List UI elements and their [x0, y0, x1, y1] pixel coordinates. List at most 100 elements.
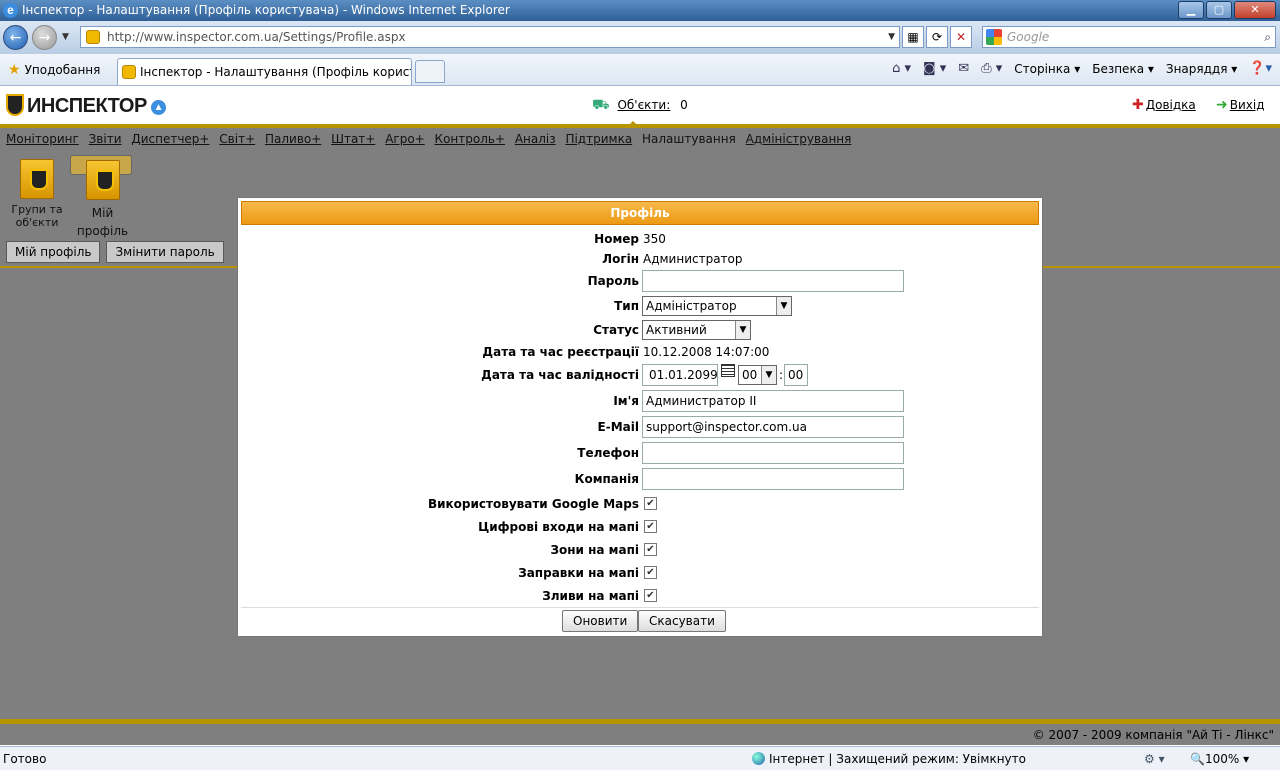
menu-administration[interactable]: Адміністрування — [746, 132, 852, 146]
phone-field[interactable] — [642, 442, 904, 464]
menu-dispatcher[interactable]: Диспетчер+ — [131, 132, 209, 146]
menu-staff[interactable]: Штат+ — [331, 132, 375, 146]
my-profile-button[interactable]: Мій профіль — [70, 155, 132, 238]
menu-control[interactable]: Контроль+ — [435, 132, 505, 146]
menu-analysis[interactable]: Аналіз — [515, 132, 556, 146]
page-menu[interactable]: Сторінка ▾ — [1014, 62, 1080, 76]
help-area: ✚ Довідка — [1132, 97, 1196, 113]
new-tab-button[interactable] — [415, 60, 445, 83]
zoom-control[interactable]: 🔍100% ▾ — [1190, 747, 1249, 770]
login-value: Администратор — [643, 252, 743, 266]
search-icon[interactable]: ⌕ — [1264, 27, 1271, 47]
status-select[interactable]: Активний ▼ — [642, 320, 751, 340]
stop-icon[interactable]: ✕ — [950, 26, 972, 48]
dialog-title: Профіль — [241, 201, 1039, 225]
calendar-icon[interactable] — [721, 364, 735, 377]
chevron-down-icon[interactable]: ▼ — [776, 297, 791, 315]
menu-settings[interactable]: Налаштування — [642, 132, 736, 146]
menu-support[interactable]: Підтримка — [565, 132, 632, 146]
number-value: 350 — [643, 232, 666, 246]
update-button[interactable]: Оновити — [562, 610, 639, 632]
registration-row: Дата та час реєстрації 10.12.2008 14:07:… — [238, 343, 1044, 363]
safety-menu[interactable]: Безпека ▾ — [1092, 62, 1154, 76]
validity-hour-select[interactable]: 00 ▼ — [738, 365, 777, 385]
menu-monitoring[interactable]: Моніторинг — [6, 132, 79, 146]
google-maps-checkbox[interactable]: ✔ — [644, 497, 657, 510]
validity-hour-value: 00 — [742, 368, 758, 382]
exit-link[interactable]: Вихід — [1230, 98, 1265, 112]
groups-objects-button[interactable]: Групи та об'єкти — [6, 155, 68, 233]
login-label: Логін — [602, 252, 639, 266]
checkbox-row: Зони на мапі ✔ — [238, 541, 1044, 561]
address-field[interactable]: http://www.inspector.com.ua/Settings/Pro… — [80, 26, 900, 48]
search-input[interactable]: Google ⌕ — [982, 26, 1276, 48]
tab-change-password[interactable]: Змінити пароль — [106, 241, 224, 263]
shield-icon — [6, 94, 24, 116]
company-field[interactable] — [642, 468, 904, 490]
globe-icon — [752, 752, 765, 765]
validity-minute-field[interactable]: 00 — [784, 364, 808, 386]
drains-checkbox[interactable]: ✔ — [644, 589, 657, 602]
password-label: Пароль — [587, 274, 639, 288]
email-row: E-Mail support@inspector.com.ua — [238, 416, 1044, 438]
history-dropdown-icon[interactable]: ▼ — [62, 32, 69, 42]
chevron-down-icon[interactable]: ▼ — [735, 321, 750, 339]
objects-link[interactable]: Об'єкти: — [617, 98, 670, 112]
minimize-button[interactable]: ▁ — [1178, 1, 1204, 19]
footer-divider — [0, 719, 1280, 724]
cancel-button[interactable]: Скасувати — [638, 610, 726, 632]
protected-mode-icon[interactable]: ⚙ ▾ — [1144, 747, 1165, 770]
chevron-down-icon[interactable]: ▼ — [761, 366, 776, 384]
feeds-icon[interactable]: ◙ ▾ — [923, 61, 946, 76]
forward-button[interactable]: → — [32, 25, 57, 50]
email-field[interactable]: support@inspector.com.ua — [642, 416, 904, 438]
maximize-button[interactable]: ▢ — [1206, 1, 1232, 19]
tools-menu[interactable]: Знаряддя ▾ — [1166, 62, 1237, 76]
folder-shield-icon — [85, 160, 120, 200]
home-icon[interactable]: ⌂ ▾ — [892, 61, 911, 76]
refresh-icon[interactable]: ⟳ — [926, 26, 948, 48]
validity-date-field[interactable]: 01.01.2099 — [642, 364, 718, 386]
favorites-bar: ★ Уподобання Інспектор - Налаштування (Пр… — [0, 54, 1280, 86]
validity-row: Дата та час валідності 01.01.2099 00 ▼ :… — [238, 364, 1044, 386]
address-toolbar: ← → ▼ http://www.inspector.com.ua/Settin… — [0, 21, 1280, 54]
menu-reports[interactable]: Звіти — [89, 132, 122, 146]
print-icon[interactable]: ⎙ ▾ — [981, 61, 1002, 76]
favorites-button[interactable]: ★ Уподобання — [8, 62, 100, 78]
drains-label: Зливи на мапі — [542, 589, 639, 603]
window-titlebar: e Інспектор - Налаштування (Профіль кори… — [0, 0, 1280, 21]
objects-icon: ⛟ — [592, 97, 610, 113]
mail-icon[interactable]: ✉ — [958, 61, 969, 76]
tab-my-profile[interactable]: Мій профіль — [6, 241, 101, 263]
refuels-checkbox[interactable]: ✔ — [644, 566, 657, 579]
menu-world[interactable]: Світ+ — [219, 132, 255, 146]
password-field[interactable] — [642, 270, 904, 292]
help-link[interactable]: Довідка — [1146, 98, 1196, 112]
menu-fuel[interactable]: Паливо+ — [265, 132, 321, 146]
close-button[interactable]: ✕ — [1234, 1, 1276, 19]
help-icon[interactable]: ❓▾ — [1249, 61, 1272, 76]
browser-tab[interactable]: Інспектор - Налаштування (Профіль корист… — [117, 58, 412, 85]
security-zone[interactable]: Інтернет | Захищений режим: Увімкнуто — [752, 747, 1026, 770]
phone-row: Телефон — [238, 442, 1044, 464]
app-logo: ИНСПЕКТОР ▲ — [6, 94, 166, 118]
collapse-arrow-icon[interactable]: ▲ — [150, 100, 166, 115]
status-bar: Готово Інтернет | Захищений режим: Увімк… — [0, 746, 1280, 770]
copyright-text: © 2007 - 2009 компанія "Ай Ті - Лінкс" — [1032, 728, 1274, 742]
digital-inputs-checkbox[interactable]: ✔ — [644, 520, 657, 533]
folder-shield-icon — [20, 159, 54, 199]
address-dropdown-icon[interactable]: ▼ — [888, 27, 895, 47]
status-label: Статус — [593, 323, 639, 337]
zones-checkbox[interactable]: ✔ — [644, 543, 657, 556]
menu-agro[interactable]: Агро+ — [385, 132, 425, 146]
profile-label-line2: профіль — [76, 224, 129, 238]
back-button[interactable]: ← — [3, 25, 28, 50]
header-notch — [627, 121, 639, 127]
checkbox-row: Заправки на мапі ✔ — [238, 564, 1044, 584]
company-row: Компанія — [238, 468, 1044, 490]
app-header: ИНСПЕКТОР ▲ ⛟ Об'єкти: 0 ✚ Довідка ➜ Вихід — [0, 87, 1280, 124]
company-label: Компанія — [574, 472, 639, 486]
compatibility-icon[interactable]: ▦ — [902, 26, 924, 48]
type-select[interactable]: Адміністратор ▼ — [642, 296, 792, 316]
name-field[interactable]: Администратор II — [642, 390, 904, 412]
